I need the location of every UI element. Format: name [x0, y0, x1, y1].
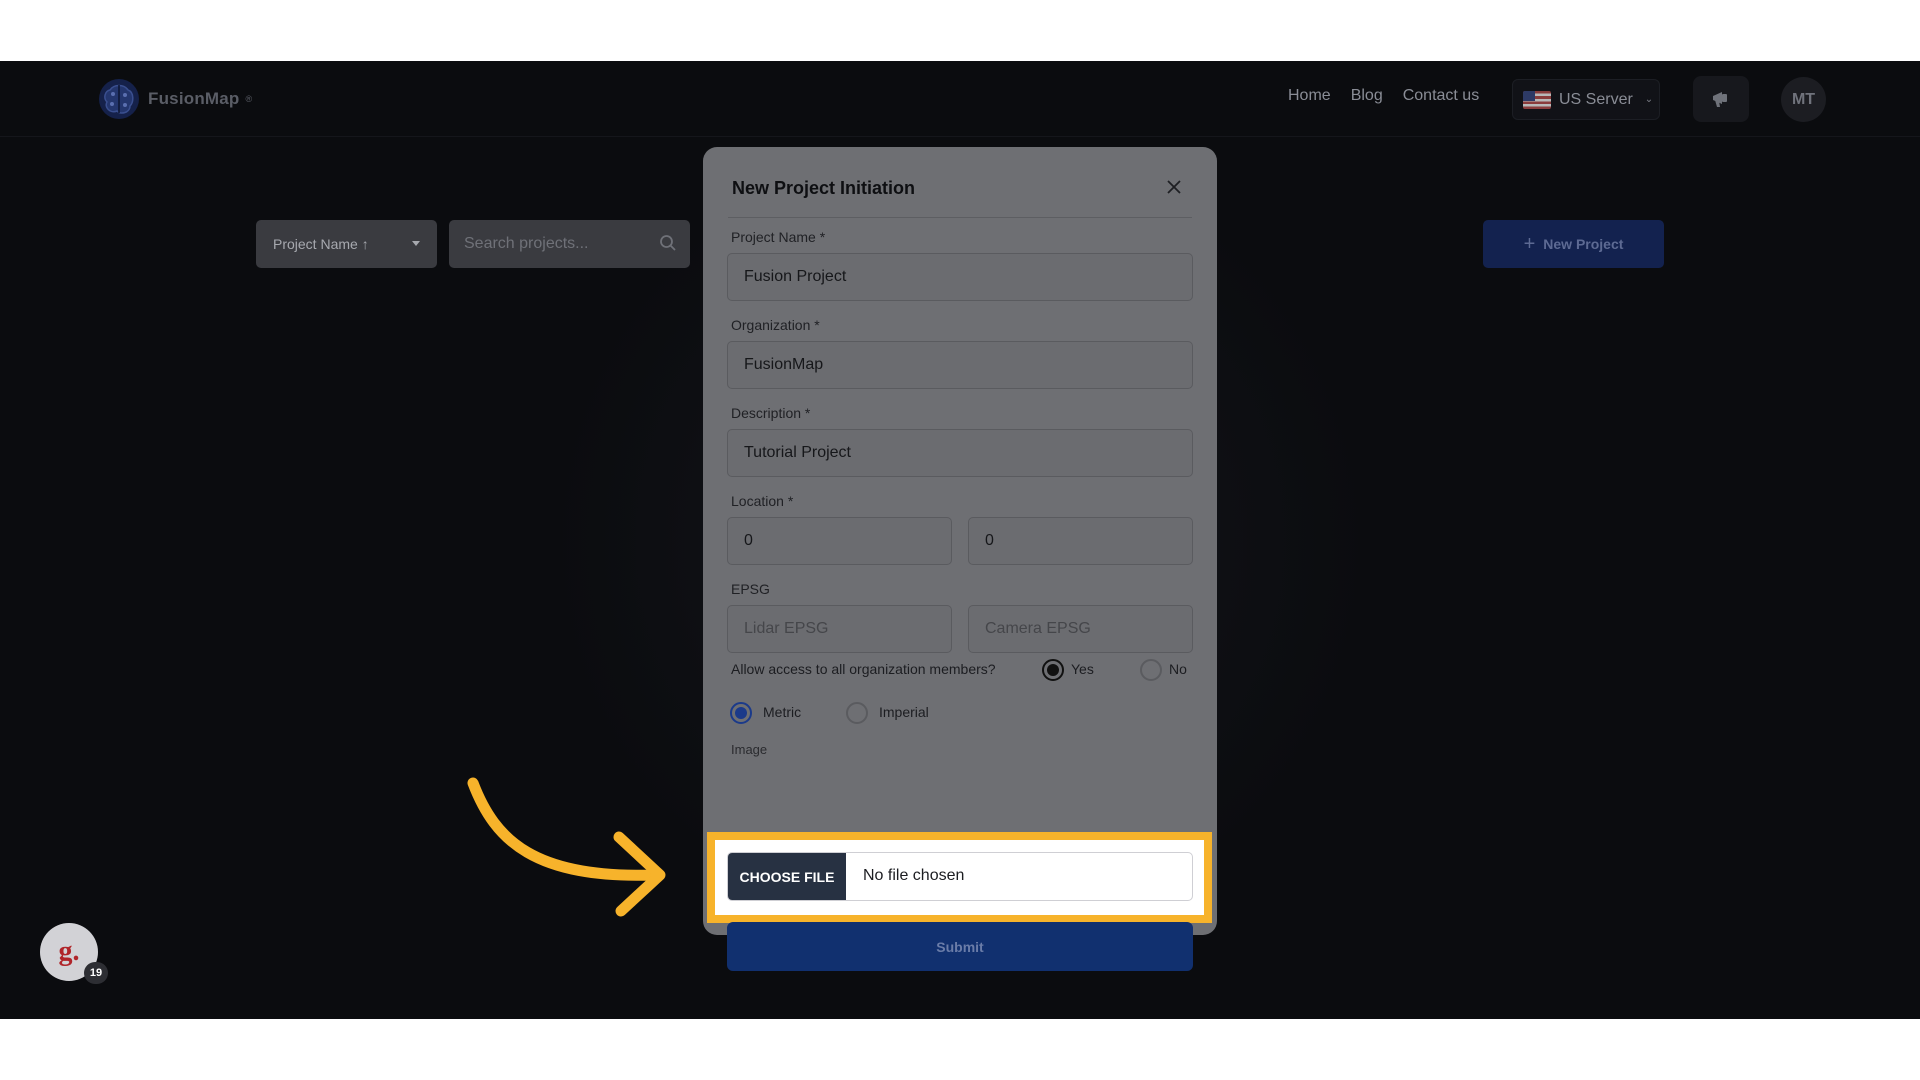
modal-divider [728, 217, 1192, 218]
server-label: US Server [1559, 90, 1633, 108]
trademark-mark: ® [245, 94, 253, 104]
imperial-label: Imperial [879, 704, 929, 720]
modal-title: New Project Initiation [732, 178, 916, 198]
project-name-input[interactable] [727, 253, 1193, 301]
server-selector[interactable]: US Server ⌄ [1512, 79, 1660, 120]
pointer-arrow-icon [467, 777, 666, 917]
search-icon[interactable] [659, 234, 677, 252]
user-avatar[interactable]: MT [1781, 77, 1826, 122]
chevron-down-icon: ⌄ [1644, 94, 1654, 105]
submit-button[interactable]: Submit [727, 922, 1193, 971]
megaphone-icon [1713, 92, 1727, 107]
guide-count-badge: 19 [84, 962, 108, 984]
project-name-label: Project Name * [731, 229, 826, 245]
metric-label: Metric [763, 704, 802, 720]
camera-epsg-input[interactable] [968, 605, 1193, 653]
plus-icon: + [1523, 233, 1536, 255]
access-question: Allow access to all organization members… [731, 661, 996, 677]
access-yes-label: Yes [1071, 661, 1094, 677]
new-project-button[interactable]: + New Project [1483, 220, 1664, 268]
organization-input[interactable] [727, 341, 1193, 389]
sort-label: Project Name ↑ [273, 236, 369, 252]
brand-name: FusionMap [148, 89, 240, 108]
brain-logo-icon [99, 79, 139, 119]
sort-dropdown[interactable]: Project Name ↑ [256, 220, 437, 268]
new-project-label: New Project [1543, 236, 1624, 252]
file-status-text: No file chosen [863, 867, 965, 884]
access-no-label: No [1169, 661, 1187, 677]
app-stage: FusionMap ® Home Blog Contact us US Serve… [0, 61, 1920, 1019]
imperial-radio[interactable] [846, 702, 868, 724]
nav-contact-us[interactable]: Contact us [1403, 87, 1479, 105]
main-nav: Home Blog Contact us [1288, 87, 1479, 105]
description-input[interactable] [727, 429, 1193, 477]
lidar-epsg-input[interactable] [727, 605, 952, 653]
latitude-input[interactable] [727, 517, 952, 565]
image-label: Image [731, 742, 768, 757]
choose-file-button[interactable]: CHOOSE FILE [728, 853, 846, 900]
description-label: Description * [731, 405, 811, 421]
organization-label: Organization * [731, 317, 820, 333]
nav-blog[interactable]: Blog [1351, 87, 1383, 105]
new-project-modal: New Project Initiation Project Name * Or… [703, 147, 1217, 935]
location-label: Location * [731, 493, 794, 509]
metric-radio[interactable] [730, 702, 752, 724]
search-box [449, 220, 690, 268]
nav-home[interactable]: Home [1288, 87, 1331, 105]
guide-badge[interactable]: g. 19 [40, 923, 108, 984]
access-yes-radio[interactable] [1042, 659, 1064, 681]
epsg-label: EPSG [731, 581, 770, 597]
search-input[interactable] [464, 220, 654, 268]
image-file-input[interactable]: CHOOSE FILE No file chosen [727, 852, 1193, 901]
us-flag-icon [1523, 90, 1551, 109]
top-header: FusionMap ® Home Blog Contact us US Serve… [0, 61, 1920, 137]
close-icon[interactable] [1164, 177, 1184, 197]
longitude-input[interactable] [968, 517, 1193, 565]
announcement-button[interactable] [1693, 76, 1749, 122]
access-no-radio[interactable] [1140, 659, 1162, 681]
brand-logo[interactable]: FusionMap ® [96, 76, 252, 122]
caret-down-icon [412, 241, 420, 246]
